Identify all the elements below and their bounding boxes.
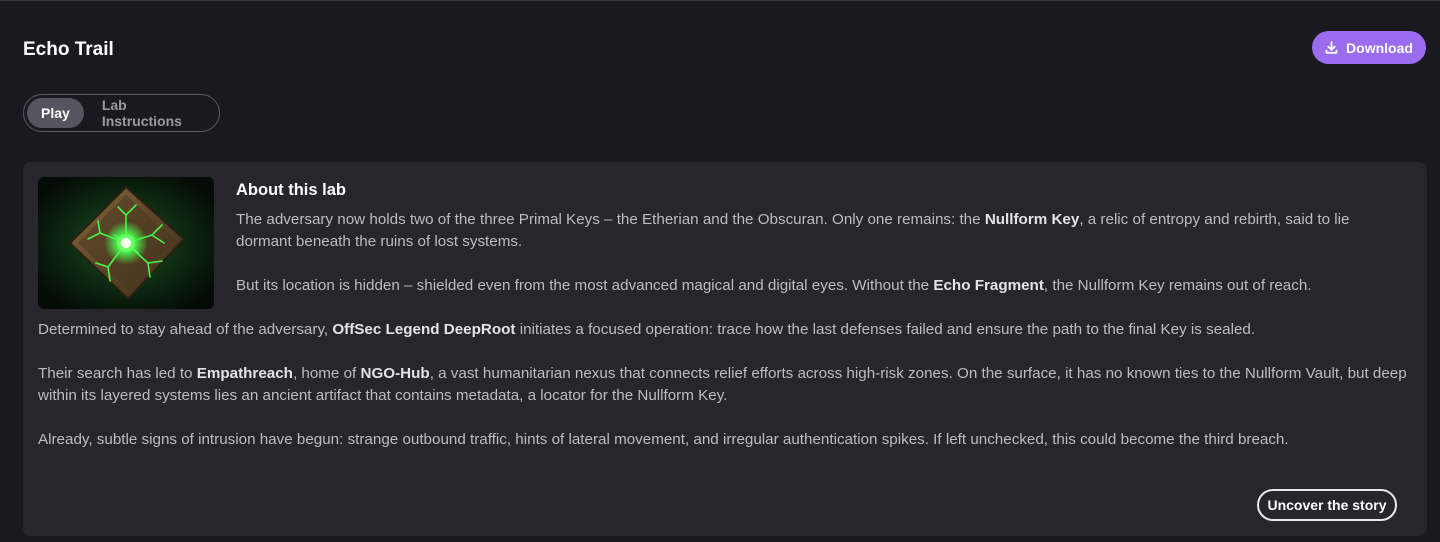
about-paragraph-2: But its location is hidden – shielded ev… [236,277,1312,294]
about-paragraph-1: The adversary now holds two of the three… [236,211,1350,250]
about-card: About this lab The adversary now holds t… [23,162,1427,536]
download-button[interactable]: Download [1312,31,1426,64]
about-paragraph-3: Determined to stay ahead of the adversar… [38,321,1256,338]
tab-bar: Play Lab Instructions [23,94,220,132]
lab-page: Echo Trail Download Play Lab Instruction… [0,0,1440,542]
download-icon [1325,41,1338,54]
download-label: Download [1346,39,1413,56]
page-title: Echo Trail [23,39,114,60]
about-paragraph-4: Their search has led to Empathreach, hom… [38,365,1407,404]
uncover-story-button[interactable]: Uncover the story [1257,489,1397,521]
about-paragraph-5: Already, subtle signs of intrusion have … [38,431,1289,448]
about-title: About this lab [236,181,346,199]
rune-stone-image [38,177,214,309]
tab-lab-instructions[interactable]: Lab Instructions [84,97,216,129]
tab-play[interactable]: Play [27,98,84,128]
lab-thumbnail [38,177,214,309]
